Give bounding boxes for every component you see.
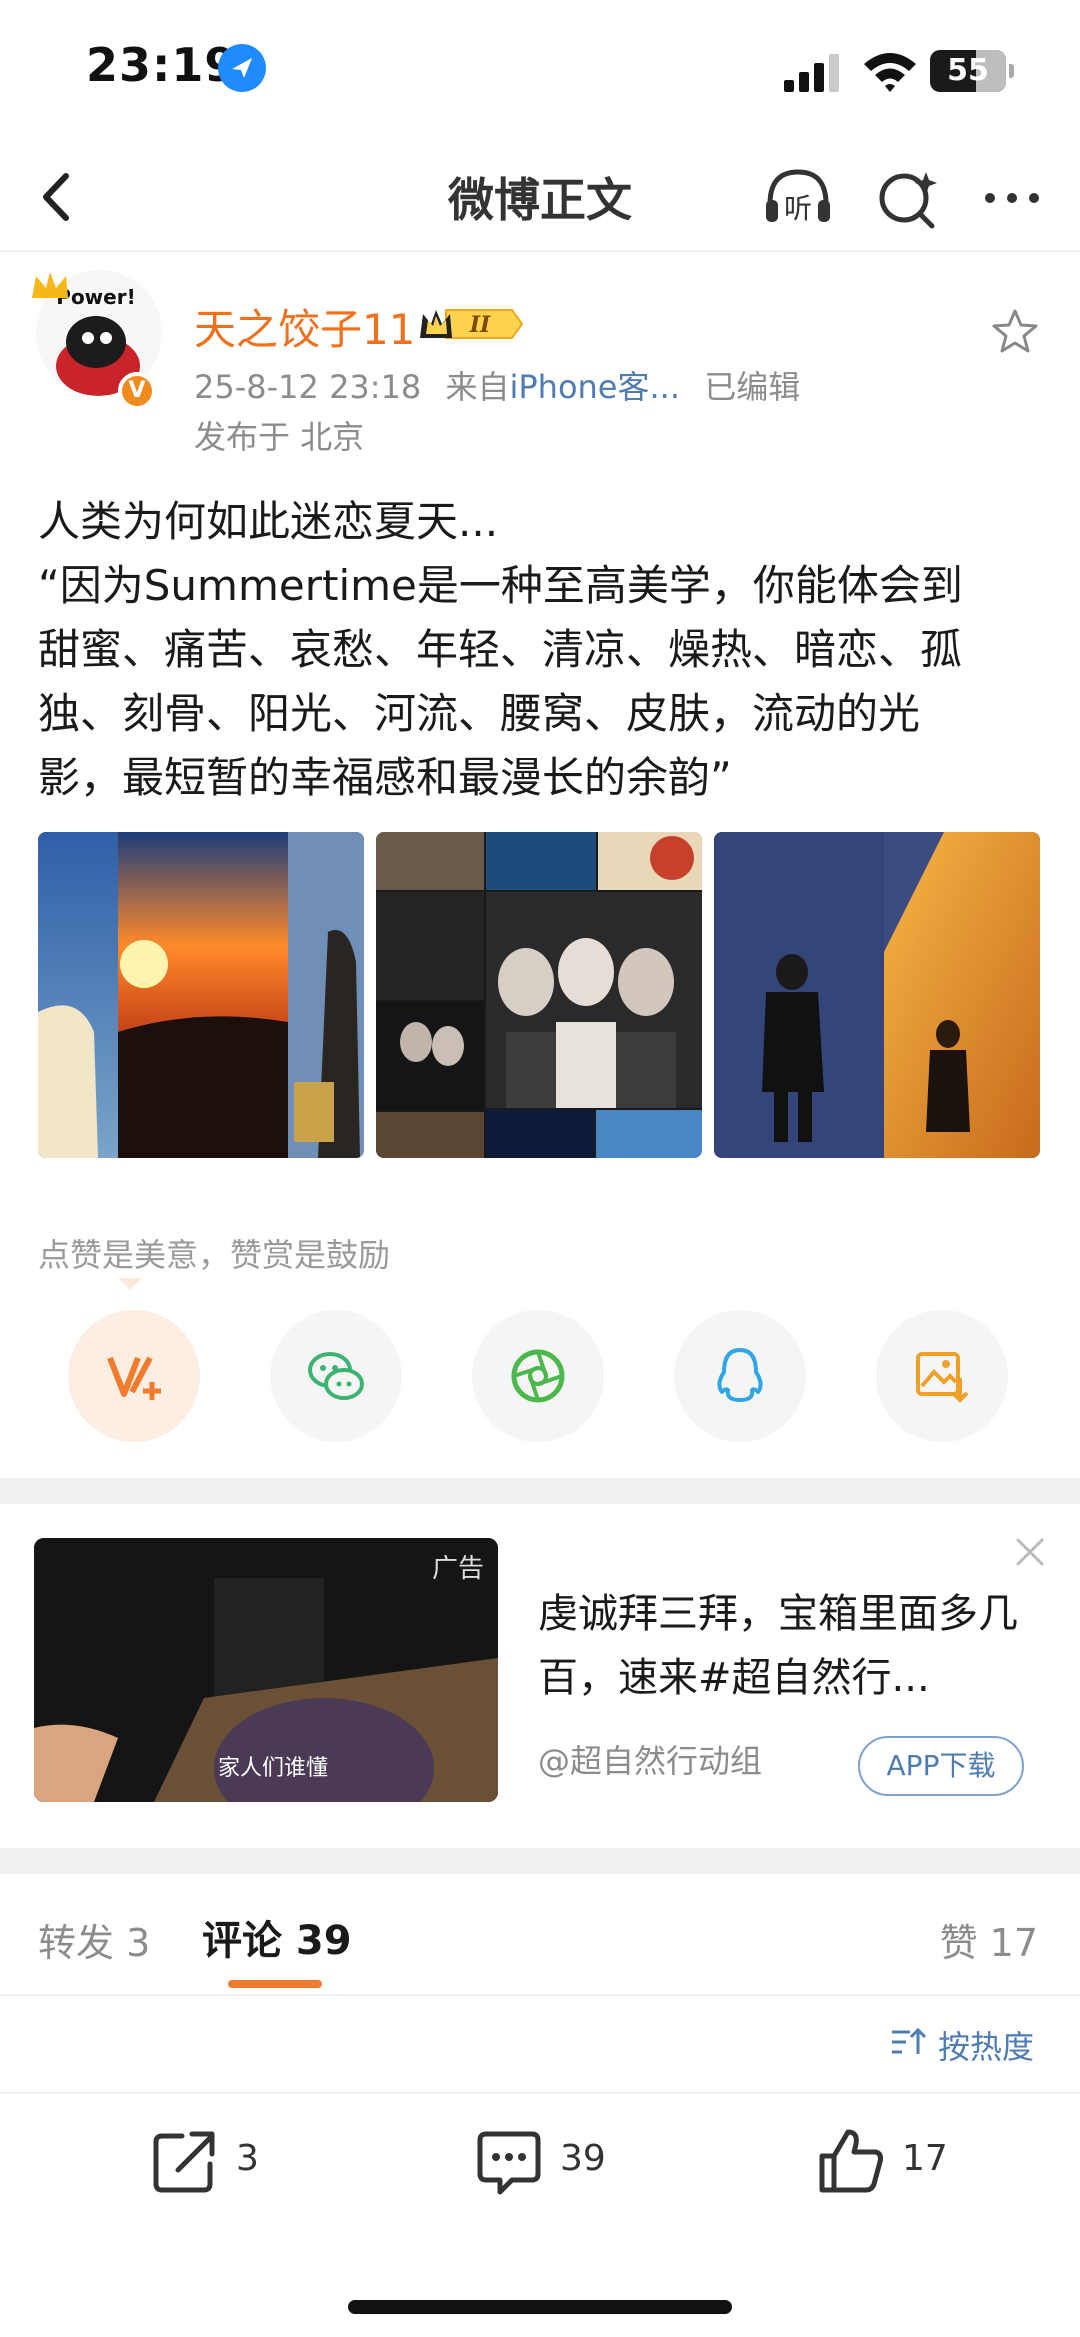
qq-penguin-icon xyxy=(717,1348,763,1402)
home-indicator[interactable] xyxy=(348,2300,732,2314)
post-image-collage[interactable] xyxy=(376,832,702,1158)
headphones-listen-icon[interactable]: 听 xyxy=(760,160,836,236)
ad-title[interactable]: 虔诚拜三拜，宝箱里面多几百，速来#超自然行... xyxy=(538,1582,1038,1710)
post-text-line: “因为Summertime是一种至高美学，你能体会到 xyxy=(38,561,963,610)
post-images xyxy=(38,832,1042,1158)
repost-icon xyxy=(153,2131,215,2193)
like-count: 17 xyxy=(902,2138,948,2179)
vip-level: II xyxy=(469,312,491,338)
cellular-signal-icon xyxy=(784,54,839,92)
sort-by-hot-button[interactable]: 按热度 xyxy=(938,2022,1034,2068)
sort-icon[interactable] xyxy=(890,2024,928,2060)
save-image-icon xyxy=(916,1352,969,1403)
post-location: 发布于 北京 xyxy=(194,418,365,456)
tab-comment[interactable]: 评论 39 xyxy=(202,1908,352,1966)
post-text-line: 甜蜜、痛苦、哀愁、年轻、清凉、燥热、暗恋、孤 xyxy=(38,625,963,674)
section-divider xyxy=(0,1478,1080,1504)
post-source-link[interactable]: iPhone客... xyxy=(509,368,680,406)
source-prefix: 来自 xyxy=(445,368,510,406)
wechat-icon xyxy=(308,1352,364,1400)
ad-source[interactable]: @超自然行动组 xyxy=(538,1736,762,1782)
author-name[interactable]: 天之饺子11 xyxy=(194,296,415,357)
post-timestamp: 25-8-12 23:18 xyxy=(194,368,422,406)
app-download-button[interactable]: APP下载 xyxy=(858,1736,1024,1796)
close-icon[interactable] xyxy=(1012,1534,1048,1570)
comment-bubble-icon xyxy=(477,2131,541,2195)
ai-search-icon[interactable] xyxy=(872,160,944,236)
battery-icon: 55 xyxy=(930,50,1014,92)
share-moments-button[interactable] xyxy=(472,1310,604,1442)
share-wechat-button[interactable] xyxy=(270,1310,402,1442)
ad-caption: 家人们谁懂 xyxy=(218,1756,329,1781)
repost-count: 3 xyxy=(236,2138,259,2179)
tip-reward-button[interactable] xyxy=(68,1310,200,1442)
more-options-icon[interactable] xyxy=(976,160,1048,236)
ad-image[interactable]: 广告 家人们谁懂 xyxy=(34,1538,498,1802)
verified-badge: V xyxy=(118,372,156,410)
tab-like[interactable]: 赞 17 xyxy=(940,1912,1038,1967)
post-image-street[interactable] xyxy=(714,832,1040,1158)
post-text-line: 人类为何如此迷恋夏天... xyxy=(38,497,499,546)
nav-bar: 微博正文 听 xyxy=(0,140,1080,252)
location-arrow-icon xyxy=(218,44,266,92)
post-text[interactable]: 人类为何如此迷恋夏天... “因为Summertime是一种至高美学，你能体会到… xyxy=(38,490,1048,810)
share-qq-button[interactable] xyxy=(674,1310,806,1442)
share-row xyxy=(0,1310,1080,1446)
section-divider xyxy=(0,1848,1080,1874)
tab-repost[interactable]: 转发 3 xyxy=(38,1912,150,1967)
reward-v-plus-icon xyxy=(107,1356,161,1400)
post-text-line: 独、刻骨、阳光、河流、腰窝、皮肤，流动的光 xyxy=(38,689,921,738)
wifi-icon xyxy=(864,53,916,92)
post-text-line: 影，最短暂的幸福感和最漫长的余韵” xyxy=(38,753,732,802)
status-time: 23:19 xyxy=(86,38,238,92)
post-image-sunset[interactable] xyxy=(38,832,364,1158)
thumbs-up-icon xyxy=(819,2129,883,2193)
edited-label[interactable]: 已编辑 xyxy=(704,368,800,406)
ad-tag: 广告 xyxy=(431,1554,484,1584)
crown-icon xyxy=(32,272,68,298)
comment-count: 39 xyxy=(560,2138,606,2179)
post-meta: 25-8-12 23:18 来自iPhone客... 已编辑 xyxy=(194,362,800,408)
bottom-divider xyxy=(0,2092,1080,2094)
tip-hint: 点赞是美意，赞赏是鼓励 xyxy=(38,1236,391,1274)
vip-crown-badge-icon[interactable]: II xyxy=(416,304,524,344)
listen-label: 听 xyxy=(784,192,812,225)
tab-divider xyxy=(0,1994,1080,1996)
moments-aperture-icon xyxy=(511,1349,565,1403)
favorite-star-icon[interactable] xyxy=(990,306,1040,356)
status-bar: 23:19 55 xyxy=(0,0,1080,140)
caret-down-icon xyxy=(118,1278,142,1290)
battery-level: 55 xyxy=(947,53,989,88)
active-tab-indicator xyxy=(228,1980,322,1988)
save-image-button[interactable] xyxy=(876,1310,1008,1442)
